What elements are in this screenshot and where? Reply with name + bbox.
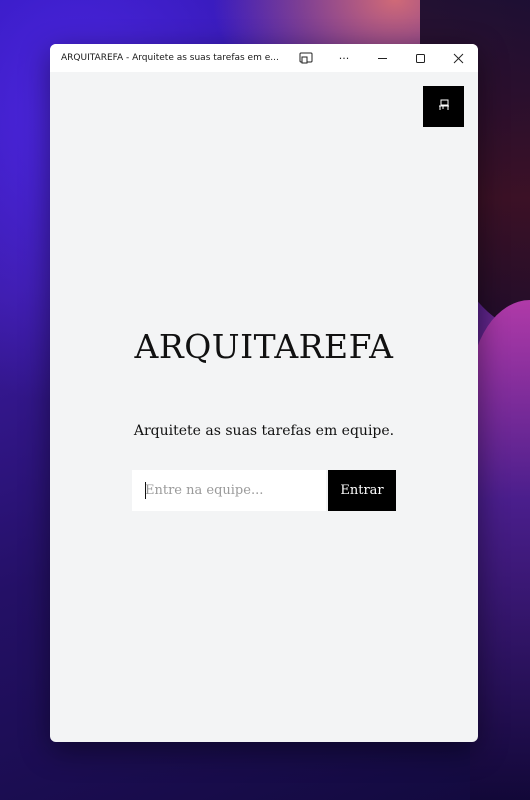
enter-button[interactable]: Entrar	[328, 470, 396, 511]
app-window-icon	[299, 52, 313, 64]
more-icon: ···	[338, 51, 350, 65]
app-title: ARQUITAREFA	[134, 327, 394, 366]
minimize-button[interactable]	[363, 44, 401, 72]
mode-toggle-button[interactable]	[423, 86, 464, 127]
desktop-wallpaper-shape-lower	[470, 300, 530, 800]
window-titlebar[interactable]: ARQUITAREFA - Arquitete as suas tarefas …	[50, 44, 478, 72]
app-subtitle: Arquitete as suas tarefas em equipe.	[133, 423, 395, 439]
app-options-button[interactable]	[287, 44, 325, 72]
maximize-button[interactable]	[401, 44, 439, 72]
join-team-form: Entrar	[132, 470, 396, 511]
team-input-wrapper	[132, 470, 326, 511]
close-button[interactable]	[439, 44, 477, 72]
window-title: ARQUITAREFA - Arquitete as suas tarefas …	[61, 53, 279, 63]
chair-icon	[437, 97, 451, 116]
app-content: ARQUITAREFA Arquitete as suas tarefas em…	[50, 72, 478, 742]
close-icon	[453, 53, 464, 64]
minimize-icon	[377, 53, 388, 64]
maximize-icon	[415, 53, 426, 64]
text-caret	[145, 482, 146, 499]
more-options-button[interactable]: ···	[325, 44, 363, 72]
team-input[interactable]	[132, 470, 326, 511]
app-window: ARQUITAREFA - Arquitete as suas tarefas …	[50, 44, 478, 742]
